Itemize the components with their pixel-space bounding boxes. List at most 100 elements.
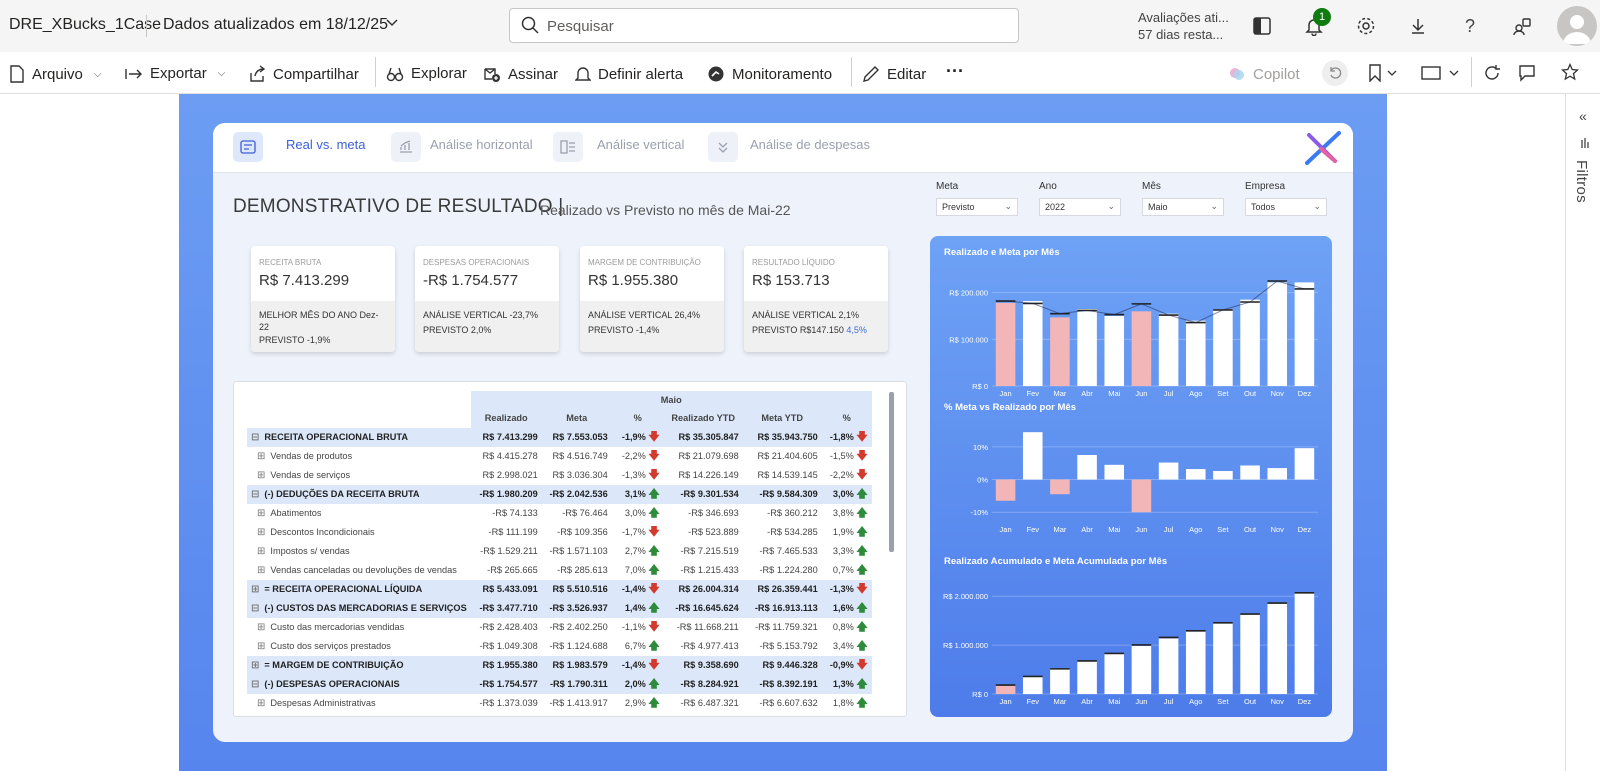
- star-icon[interactable]: [1560, 62, 1580, 86]
- filter-mes-dropdown[interactable]: Maio ⌄: [1142, 198, 1224, 216]
- compartilhar-button[interactable]: Compartilhar: [248, 65, 359, 83]
- expand-icon[interactable]: ⊞: [257, 622, 265, 633]
- expand-icon[interactable]: ⊞: [257, 451, 265, 462]
- filtros-label[interactable]: Filtros: [1573, 160, 1590, 203]
- share-people-icon[interactable]: [1510, 14, 1534, 38]
- collapse-icon[interactable]: «: [1579, 108, 1587, 124]
- row-label[interactable]: ⊟ (-) DEDUÇÕES DA RECEITA BRUTA: [247, 484, 471, 504]
- expand-icon[interactable]: ⊞: [257, 470, 265, 481]
- row-label[interactable]: ⊟ RECEITA OPERACIONAL BRUTA: [247, 427, 471, 447]
- kpi-card-receita-bruta[interactable]: RECEITA BRUTA R$ 7.413.299 MELHOR MÊS DO…: [251, 246, 395, 352]
- chart-realizado-meta[interactable]: R$ 0 R$ 100.000 R$ 200.000 Jan Fev Mar Abr Mai J…: [930, 258, 1332, 408]
- explorar-button[interactable]: Explorar: [386, 65, 467, 82]
- kpi-card-resultado-liquido[interactable]: RESULTADO LÍQUIDO R$ 153.713 ANÁLISE VER…: [744, 246, 888, 352]
- row-label[interactable]: ⊞ Vendas de serviços: [247, 465, 471, 485]
- table-group-row[interactable]: ⊞ = MARGEM DE CONTRIBUIÇÃO R$ 1.955.380 R$ …: [247, 655, 872, 675]
- expand-icon[interactable]: ⊟: [251, 489, 259, 500]
- avatar[interactable]: [1557, 6, 1597, 46]
- table-row[interactable]: ⊞ Descontos Incondicionais -R$ 111.199 -R$ …: [247, 522, 872, 542]
- table-group-row[interactable]: ⊟ (-) CUSTOS DAS MERCADORIAS E SERVIÇOS -R…: [247, 598, 872, 618]
- kpi-card-margem-de-contribuicao[interactable]: MARGEM DE CONTRIBUIÇÃO R$ 1.955.380 ANÁL…: [580, 246, 724, 352]
- search-box[interactable]: Pesquisar: [509, 8, 1019, 43]
- expand-icon[interactable]: ⊞: [257, 698, 265, 709]
- definir-alerta-button[interactable]: Definir alerta: [575, 65, 683, 83]
- column-header[interactable]: %: [821, 409, 872, 428]
- copilot-button[interactable]: Copilot: [1228, 65, 1300, 83]
- assinar-button[interactable]: Assinar: [483, 65, 558, 83]
- table-group-row[interactable]: ⊟ (-) DESPESAS OPERACIONAIS -R$ 1.754.577-…: [247, 674, 872, 694]
- filter-meta-dropdown[interactable]: Previsto ⌄: [936, 198, 1018, 216]
- row-label[interactable]: ⊞ Abatimentos: [247, 503, 471, 523]
- search-input[interactable]: Pesquisar: [547, 18, 614, 35]
- expand-icon[interactable]: ⊞: [257, 641, 265, 652]
- trial-status[interactable]: Avaliações ati... 57 dias resta...: [1138, 9, 1229, 43]
- table-row[interactable]: ⊞ Vendas de serviços R$ 2.998.021 R$ 3.036.…: [247, 465, 872, 485]
- table-group-row[interactable]: ⊟ RECEITA OPERACIONAL BRUTA R$ 7.413.299 R$…: [247, 427, 872, 447]
- row-label[interactable]: ⊞ Vendas de produtos: [247, 446, 471, 466]
- scrollbar[interactable]: [889, 392, 894, 552]
- expand-icon[interactable]: ⊞: [251, 584, 259, 595]
- tab-real-vs-meta[interactable]: Real vs. meta: [286, 137, 365, 152]
- refresh-icon[interactable]: [1483, 64, 1501, 87]
- view-icon[interactable]: [1420, 65, 1460, 86]
- expand-icon[interactable]: ⊞: [257, 508, 265, 519]
- real-vs-meta-icon[interactable]: [233, 132, 263, 162]
- tab-analise-vertical[interactable]: Análise vertical: [597, 137, 684, 152]
- columns-icon[interactable]: [553, 132, 583, 162]
- row-label[interactable]: ⊞ Custo dos serviços prestados: [247, 636, 471, 656]
- tab-analise-de-despesas[interactable]: Análise de despesas: [750, 137, 870, 152]
- column-header[interactable]: Realizado: [470, 409, 542, 428]
- kpi-card-despesas-operacionais[interactable]: DESPESAS OPERACIONAIS -R$ 1.754.577 ANÁL…: [415, 246, 559, 352]
- arquivo-menu[interactable]: Arquivo ⌵: [9, 65, 101, 83]
- expand-icon[interactable]: ⊟: [251, 603, 259, 614]
- bookmark-icon[interactable]: [1368, 64, 1398, 87]
- editar-button[interactable]: Editar: [862, 65, 926, 83]
- row-label[interactable]: ⊞ Descontos Incondicionais: [247, 522, 471, 542]
- expand-icon[interactable]: ⊞: [257, 546, 265, 557]
- row-label[interactable]: ⊞ Vendas canceladas ou devoluções de vend…: [247, 560, 471, 580]
- filter-ano-dropdown[interactable]: 2022 ⌄: [1039, 198, 1121, 216]
- expand-icon[interactable]: ⊞: [257, 527, 265, 538]
- table-group-row[interactable]: ⊞ = RECEITA OPERACIONAL LÍQUIDA R$ 5.433.0…: [247, 579, 872, 599]
- column-header[interactable]: Meta: [541, 409, 612, 428]
- expand-icon[interactable]: ⊞: [257, 565, 265, 576]
- table-row[interactable]: ⊞ Despesas Administrativas -R$ 1.373.039 -R…: [247, 693, 872, 713]
- row-label[interactable]: ⊞ = MARGEM DE CONTRIBUIÇÃO: [247, 655, 471, 675]
- more-options-button[interactable]: ···: [946, 61, 964, 82]
- chevron-down-icon[interactable]: [386, 17, 398, 31]
- column-header[interactable]: Meta YTD: [742, 409, 822, 428]
- panel-icon[interactable]: [1250, 14, 1274, 38]
- chart-acumulado[interactable]: R$ 0 R$ 1.000.000 R$ 2.000.000 Jan Fev Mar Abr…: [930, 566, 1332, 716]
- row-label[interactable]: ⊞ Custo das mercadorias vendidas: [247, 617, 471, 637]
- double-chevron-down-icon[interactable]: [708, 132, 738, 162]
- chart-pct-meta-realizado[interactable]: -10% 0% 10% Jan Fev Mar Abr Mai Jun Jul Ago Set Out N…: [930, 412, 1332, 552]
- table-row[interactable]: ⊞ Custo dos serviços prestados -R$ 1.049.3…: [247, 636, 872, 656]
- row-label[interactable]: ⊞ Despesas Administrativas: [247, 693, 471, 713]
- table-group-row[interactable]: ⊟ (-) DEDUÇÕES DA RECEITA BRUTA -R$ 1.980.…: [247, 484, 872, 504]
- data-updated-dropdown[interactable]: Dados atualizados em 18/12/25: [163, 16, 388, 34]
- expand-icon[interactable]: ⊞: [251, 660, 259, 671]
- table-row[interactable]: ⊞ Custo das mercadorias vendidas -R$ 2.428…: [247, 617, 872, 637]
- exportar-menu[interactable]: Exportar ⌵: [125, 65, 225, 82]
- expand-icon[interactable]: ⊟: [251, 679, 259, 690]
- report-title[interactable]: DRE_XBucks_1Case: [9, 16, 161, 34]
- table-row[interactable]: ⊞ Vendas de produtos R$ 4.415.278 R$ 4.516.…: [247, 446, 872, 466]
- column-header[interactable]: %: [611, 409, 664, 428]
- row-label[interactable]: ⊟ (-) DESPESAS OPERACIONAIS: [247, 674, 471, 694]
- help-icon[interactable]: ?: [1458, 14, 1482, 38]
- filter-empresa-dropdown[interactable]: Todos ⌄: [1245, 198, 1327, 216]
- column-header[interactable]: Realizado YTD: [663, 409, 743, 428]
- tab-analise-horizontal[interactable]: Análise horizontal: [430, 137, 533, 152]
- expand-icon[interactable]: ⊟: [251, 432, 259, 443]
- gear-icon[interactable]: [1354, 14, 1378, 38]
- comment-icon[interactable]: [1518, 64, 1536, 87]
- row-label[interactable]: ⊞ Impostos s/ vendas: [247, 541, 471, 561]
- reset-icon[interactable]: [1322, 60, 1348, 86]
- row-label[interactable]: ⊞ = RECEITA OPERACIONAL LÍQUIDA: [247, 579, 471, 599]
- table-row[interactable]: ⊞ Abatimentos -R$ 74.133 -R$ 76.464 3,0% 🡅 -R…: [247, 503, 872, 523]
- download-icon[interactable]: [1406, 14, 1430, 38]
- dre-matrix-table[interactable]: Maio Realizado Meta % Realizado YTD Meta…: [233, 381, 907, 717]
- chart-line-icon[interactable]: [391, 132, 421, 162]
- row-label[interactable]: ⊟ (-) CUSTOS DAS MERCADORIAS E SERVIÇOS: [247, 598, 471, 618]
- table-row[interactable]: ⊞ Vendas canceladas ou devoluções de vend…: [247, 560, 872, 580]
